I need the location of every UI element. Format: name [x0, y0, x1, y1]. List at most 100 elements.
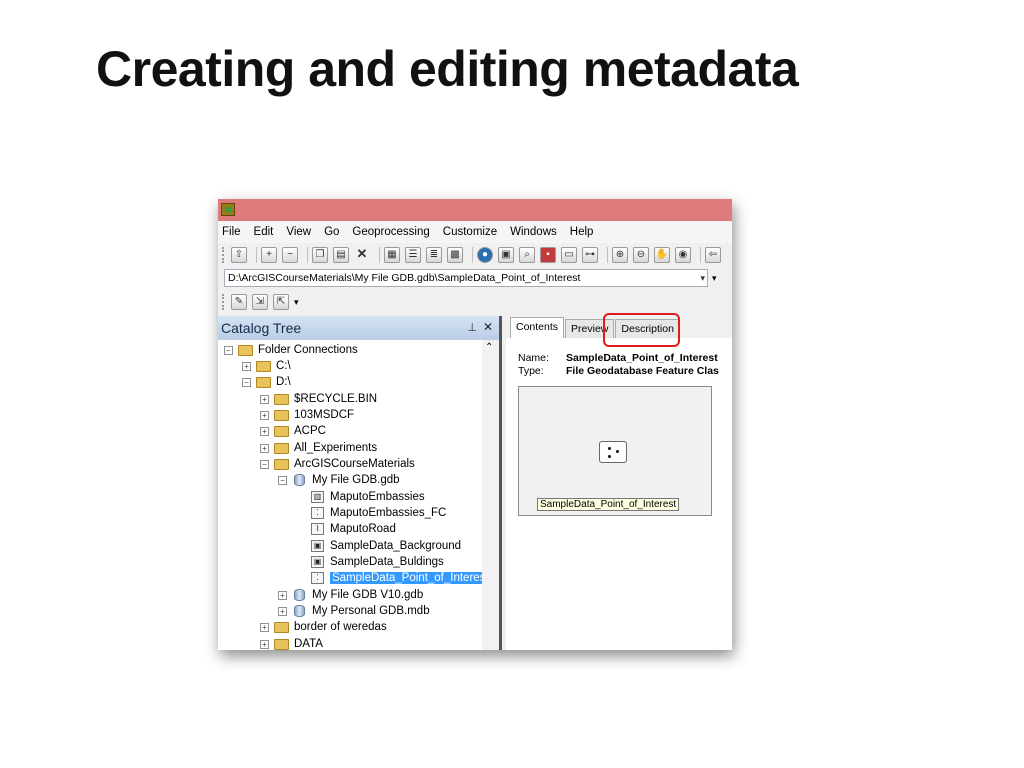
tree-item-d-drive[interactable]: − D:\ — [242, 374, 291, 390]
tree-item-sampledata-point-of-interest[interactable]: ⁚ SampleData_Point_of_Interest — [311, 570, 491, 586]
toolbar-grip[interactable] — [222, 247, 227, 263]
tree-item-acpc[interactable]: + ACPC — [260, 423, 326, 439]
toolbar-options-icon[interactable]: ▾ — [294, 297, 299, 308]
connect-folder-icon[interactable]: + — [261, 247, 277, 263]
table-icon: ▥ — [311, 491, 324, 503]
collapse-icon[interactable]: − — [278, 475, 287, 485]
collapse-icon[interactable]: − — [242, 377, 251, 387]
location-path: D:\ArcGISCourseMaterials\My File GDB.gdb… — [228, 272, 581, 284]
tree-item-border-of-weredas[interactable]: + border of weredas — [260, 619, 387, 635]
tree-item-folder-connections[interactable]: − Folder Connections — [224, 342, 358, 358]
pan-icon[interactable]: ✋ — [654, 247, 670, 263]
arccatalog-app-icon — [221, 203, 235, 216]
expand-icon[interactable]: + — [242, 361, 251, 371]
tree-item-my-personal-gdb[interactable]: + My Personal GDB.mdb — [278, 603, 430, 619]
slide-title: Creating and editing metadata — [96, 41, 799, 97]
tree-item-all-experiments[interactable]: + All_Experiments — [260, 440, 377, 456]
collapse-icon[interactable]: − — [224, 345, 233, 355]
menu-view[interactable]: View — [286, 226, 311, 238]
import-metadata-icon[interactable]: ⇲ — [252, 294, 268, 310]
menu-edit[interactable]: Edit — [254, 226, 274, 238]
expand-icon[interactable]: + — [260, 394, 269, 404]
tree-item-label: C:\ — [276, 360, 291, 372]
export-metadata-icon[interactable]: ⇱ — [273, 294, 289, 310]
geodatabase-icon — [294, 605, 305, 617]
disconnect-folder-icon[interactable]: − — [282, 247, 298, 263]
title-bar — [218, 199, 732, 221]
zoom-out-icon[interactable]: ⊖ — [633, 247, 649, 263]
folder-icon — [256, 376, 271, 388]
toolbar-options-icon[interactable]: ▾ — [712, 273, 717, 284]
menu-bar: File Edit View Go Geoprocessing Customiz… — [218, 221, 732, 243]
expand-icon[interactable]: + — [260, 410, 269, 420]
tree-item-103msdcf[interactable]: +103MSDCF — [260, 407, 354, 423]
tree-item-label: DATA — [294, 638, 323, 650]
paste-icon[interactable]: ▤ — [333, 247, 349, 263]
expand-icon[interactable]: + — [278, 590, 287, 600]
arctoolbox-icon[interactable]: ▪ — [540, 247, 556, 263]
details-icon[interactable]: ≣ — [426, 247, 442, 263]
menu-windows[interactable]: Windows — [510, 226, 557, 238]
catalog-tree: − Folder Connections + C:\ − D:\ + $RECYCLE.… — [218, 340, 499, 650]
edit-metadata-icon[interactable]: ✎ — [231, 294, 247, 310]
item-details: Name: SampleData_Point_of_Interest Type:… — [518, 352, 719, 378]
tree-item-my-file-gdb[interactable]: − My File GDB.gdb — [278, 472, 400, 488]
modelbuilder-icon[interactable]: ⊶ — [582, 247, 598, 263]
large-icons-icon[interactable]: ▦ — [384, 247, 400, 263]
expand-icon[interactable]: + — [260, 622, 269, 632]
tree-item-recycle-bin[interactable]: + $RECYCLE.BIN — [260, 391, 377, 407]
expand-icon[interactable]: + — [260, 426, 269, 436]
expand-icon[interactable]: + — [278, 606, 287, 616]
expand-icon[interactable]: + — [260, 639, 269, 649]
pin-icon[interactable]: ⊥ — [467, 321, 477, 334]
launch-arcmap-icon[interactable]: ● — [477, 247, 493, 263]
folder-icon — [274, 621, 289, 633]
menu-customize[interactable]: Customize — [443, 226, 497, 238]
toolbar-separator — [307, 247, 308, 263]
tree-scrollbar[interactable]: ⌃ — [482, 340, 499, 650]
back-icon[interactable]: ⇦ — [705, 247, 721, 263]
tree-item-label: $RECYCLE.BIN — [294, 393, 378, 405]
toolbar-grip[interactable] — [222, 294, 227, 310]
menu-help[interactable]: Help — [570, 226, 594, 238]
catalog-tree-window-icon[interactable]: ▣ — [498, 247, 514, 263]
expand-icon[interactable]: + — [260, 443, 269, 453]
menu-go[interactable]: Go — [324, 226, 339, 238]
collapse-icon[interactable]: − — [260, 459, 269, 469]
tree-item-c-drive[interactable]: + C:\ — [242, 358, 291, 374]
tree-item-data[interactable]: + DATA — [260, 636, 323, 650]
python-window-icon[interactable]: ▭ — [561, 247, 577, 263]
tree-item-maputoembassies-fc[interactable]: ⁚ MaputoEmbassies_FC — [311, 505, 446, 521]
tree-item-my-file-gdb-v10[interactable]: + My File GDB V10.gdb — [278, 587, 423, 603]
tree-item-sampledata-background[interactable]: ▣ SampleData_Background — [311, 538, 461, 554]
description-tab-highlight — [603, 313, 680, 347]
zoom-in-icon[interactable]: ⊕ — [612, 247, 628, 263]
thumbnails-icon[interactable]: ▩ — [447, 247, 463, 263]
tree-item-label: SampleData_Buldings — [330, 556, 444, 568]
folder-icon — [256, 360, 271, 372]
name-value: SampleData_Point_of_Interest — [566, 352, 718, 364]
location-input[interactable]: D:\ArcGISCourseMaterials\My File GDB.gdb… — [224, 269, 708, 287]
full-extent-icon[interactable]: ◉ — [675, 247, 691, 263]
scroll-up-icon[interactable]: ⌃ — [485, 342, 493, 353]
tree-item-maputoroad[interactable]: ⌇ MaputoRoad — [311, 521, 396, 537]
item-thumbnail[interactable]: SampleData_Point_of_Interest — [518, 386, 712, 516]
tree-item-arcgiscoursematerials[interactable]: − ArcGISCourseMaterials — [260, 456, 415, 472]
list-icon[interactable]: ☰ — [405, 247, 421, 263]
chevron-down-icon[interactable]: ▾ — [700, 270, 705, 286]
tab-contents[interactable]: Contents — [510, 317, 565, 338]
type-label: Type: — [518, 365, 544, 377]
copy-icon[interactable]: ❐ — [312, 247, 328, 263]
tree-item-sampledata-buldings[interactable]: ▣ SampleData_Buldings — [311, 554, 444, 570]
tree-item-maputoembassies[interactable]: ▥ MaputoEmbassies — [311, 489, 425, 505]
location-bar: D:\ArcGISCourseMaterials\My File GDB.gdb… — [218, 267, 732, 289]
tree-item-label: ACPC — [294, 425, 326, 437]
menu-file[interactable]: File — [222, 226, 241, 238]
content-pane: Contents Preview Description Name: Sampl… — [506, 313, 732, 650]
close-icon[interactable]: ✕ — [483, 320, 493, 334]
delete-icon[interactable]: ✕ — [354, 247, 370, 263]
search-window-icon[interactable]: ⌕ — [519, 247, 535, 263]
up-one-level-icon[interactable]: ⇧ — [231, 247, 247, 263]
folder-icon — [274, 442, 289, 454]
menu-geoprocessing[interactable]: Geoprocessing — [352, 226, 429, 238]
